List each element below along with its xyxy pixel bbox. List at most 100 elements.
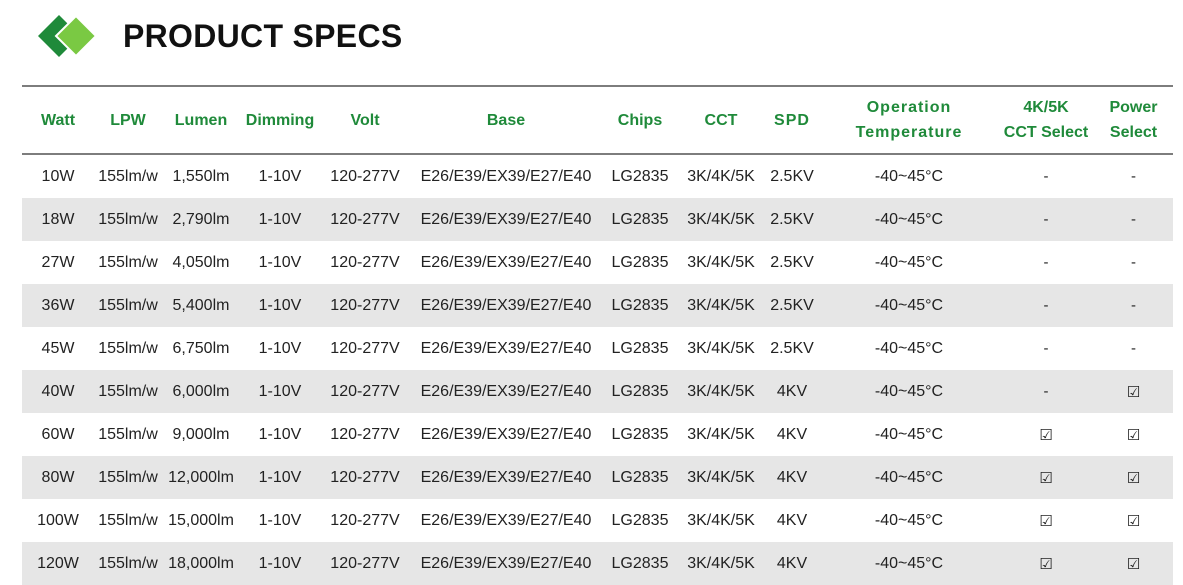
cell-power-select: -: [1094, 198, 1173, 241]
cell-spd: 4KV: [764, 370, 820, 413]
cell-watt: 18W: [22, 198, 94, 241]
cell-dimming: 1-10V: [240, 456, 320, 499]
cell-spd: 4KV: [776, 511, 808, 529]
table-row: 60W 155lm/w 9,000lm 1-10V 120-277V E26/E39/EX…: [22, 413, 1173, 456]
cell-dimming: 1-10V: [240, 284, 320, 327]
cell-dimming: 1-10V: [240, 370, 320, 413]
cell-lpw: 155lm/w: [94, 198, 162, 241]
page-header: PRODUCT SPECS: [0, 0, 1183, 86]
cell-spd: 2.5KV: [770, 253, 814, 271]
cell-cct-select: -: [998, 198, 1094, 241]
cell-cct: 3K/4K/5K: [687, 253, 755, 271]
cell-lpw: 155lm/w: [98, 339, 158, 357]
cell-base: E26/E39/EX39/E27/E40: [410, 370, 602, 413]
cell-base: E26/E39/EX39/E27/E40: [420, 167, 592, 185]
cell-dimming: 1-10V: [258, 339, 302, 357]
column-header-operation-temperature: Operation Temperature: [820, 87, 998, 155]
table-body: 10W 155lm/w 1,550lm 1-10V 120-277V E26/E39/EX…: [22, 154, 1173, 585]
cell-power-select: ☑: [1094, 456, 1173, 499]
cell-base: E26/E39/EX39/E27/E40: [420, 339, 592, 357]
cell-watt: 10W: [41, 167, 75, 185]
table-row: 45W 155lm/w 6,750lm 1-10V 120-277V E26/E39/EX…: [22, 327, 1173, 370]
cell-lumen: 4,050lm: [172, 253, 230, 271]
column-header-volt: Volt: [320, 87, 410, 155]
cell-chips: LG2835: [602, 284, 678, 327]
cell-volt: 120-277V: [330, 167, 400, 185]
cell-power-select: -: [1094, 284, 1173, 327]
cell-lpw: 155lm/w: [98, 167, 158, 185]
cell-operation-temperature: -40~45°C: [820, 370, 998, 413]
table-row: 10W 155lm/w 1,550lm 1-10V 120-277V E26/E39/EX…: [22, 154, 1173, 198]
cell-volt: 120-277V: [330, 511, 400, 529]
column-header-lpw: LPW: [94, 87, 162, 155]
specs-table: Watt LPW Lumen Dimming Volt Base Chips C…: [22, 87, 1173, 585]
cell-watt: 45W: [41, 339, 75, 357]
cell-cct: 3K/4K/5K: [678, 370, 764, 413]
cell-dimming: 1-10V: [258, 425, 302, 443]
column-header-watt: Watt: [22, 87, 94, 155]
table-row: 80W 155lm/w 12,000lm 1-10V 120-277V E26/E39/E…: [22, 456, 1173, 499]
cell-power-select: -: [1131, 168, 1136, 185]
cell-volt: 120-277V: [320, 198, 410, 241]
cell-lpw: 155lm/w: [94, 456, 162, 499]
cell-power-select: ☑: [1126, 512, 1141, 530]
cell-operation-temperature: -40~45°C: [874, 167, 944, 185]
cell-cct: 3K/4K/5K: [687, 511, 755, 529]
column-header-power-select: Power Select: [1094, 87, 1173, 155]
cell-operation-temperature: -40~45°C: [874, 253, 944, 271]
cell-operation-temperature: -40~45°C: [820, 198, 998, 241]
cell-operation-temperature: -40~45°C: [820, 284, 998, 327]
cell-cct: 3K/4K/5K: [687, 425, 755, 443]
cell-lumen: 1,550lm: [172, 167, 230, 185]
cell-spd: 4KV: [764, 456, 820, 499]
cell-lumen: 2,790lm: [162, 198, 240, 241]
cell-chips: LG2835: [602, 198, 678, 241]
cell-lumen: 15,000lm: [168, 511, 234, 529]
cell-lumen: 5,400lm: [162, 284, 240, 327]
cell-cct-select: ☑: [998, 456, 1094, 499]
table-header-row: Watt LPW Lumen Dimming Volt Base Chips C…: [22, 87, 1173, 155]
cell-watt: 60W: [41, 425, 75, 443]
cell-cct-select: -: [1043, 168, 1049, 185]
cell-chips: LG2835: [611, 167, 669, 185]
cell-operation-temperature: -40~45°C: [820, 456, 998, 499]
cell-operation-temperature: -40~45°C: [874, 339, 944, 357]
cell-operation-temperature: -40~45°C: [874, 511, 944, 529]
cell-lpw: 155lm/w: [98, 511, 158, 529]
cell-watt: 27W: [41, 253, 75, 271]
cell-volt: 120-277V: [320, 284, 410, 327]
cell-lpw: 155lm/w: [98, 425, 158, 443]
cell-chips: LG2835: [602, 456, 678, 499]
cell-volt: 120-277V: [320, 370, 410, 413]
table-row: 18W 155lm/w 2,790lm 1-10V 120-277V E26/E39/EX…: [22, 198, 1173, 241]
cell-lumen: 12,000lm: [162, 456, 240, 499]
cell-chips: LG2835: [611, 253, 669, 271]
column-header-base: Base: [410, 87, 602, 155]
column-header-dimming: Dimming: [240, 87, 320, 155]
cell-base: E26/E39/EX39/E27/E40: [410, 198, 602, 241]
cell-volt: 120-277V: [330, 425, 400, 443]
cell-dimming: 1-10V: [258, 167, 302, 185]
cell-lpw: 155lm/w: [98, 253, 158, 271]
cell-lumen: 6,000lm: [162, 370, 240, 413]
cell-watt: 36W: [22, 284, 94, 327]
cell-power-select: -: [1131, 254, 1136, 271]
cell-volt: 120-277V: [330, 339, 400, 357]
cell-base: E26/E39/EX39/E27/E40: [420, 511, 592, 529]
diamond-logo-icon: [38, 14, 98, 58]
cell-chips: LG2835: [611, 511, 669, 529]
cell-watt: 100W: [37, 511, 79, 529]
cell-volt: 120-277V: [330, 253, 400, 271]
column-header-spd: SPD: [764, 87, 820, 155]
cell-base: E26/E39/EX39/E27/E40: [410, 456, 602, 499]
table-row: 100W 155lm/w 15,000lm 1-10V 120-277V E26/E39/…: [22, 499, 1173, 542]
cell-cct: 3K/4K/5K: [687, 339, 755, 357]
cell-spd: 2.5KV: [764, 198, 820, 241]
table-row: 36W 155lm/w 5,400lm 1-10V 120-277V E26/E39/EX…: [22, 284, 1173, 327]
cell-cct-select: -: [998, 284, 1094, 327]
cell-dimming: 1-10V: [240, 198, 320, 241]
cell-lumen: 6,750lm: [172, 339, 230, 357]
cell-dimming: 1-10V: [258, 253, 302, 271]
cell-power-select: -: [1131, 340, 1136, 357]
cell-lpw: 155lm/w: [94, 284, 162, 327]
